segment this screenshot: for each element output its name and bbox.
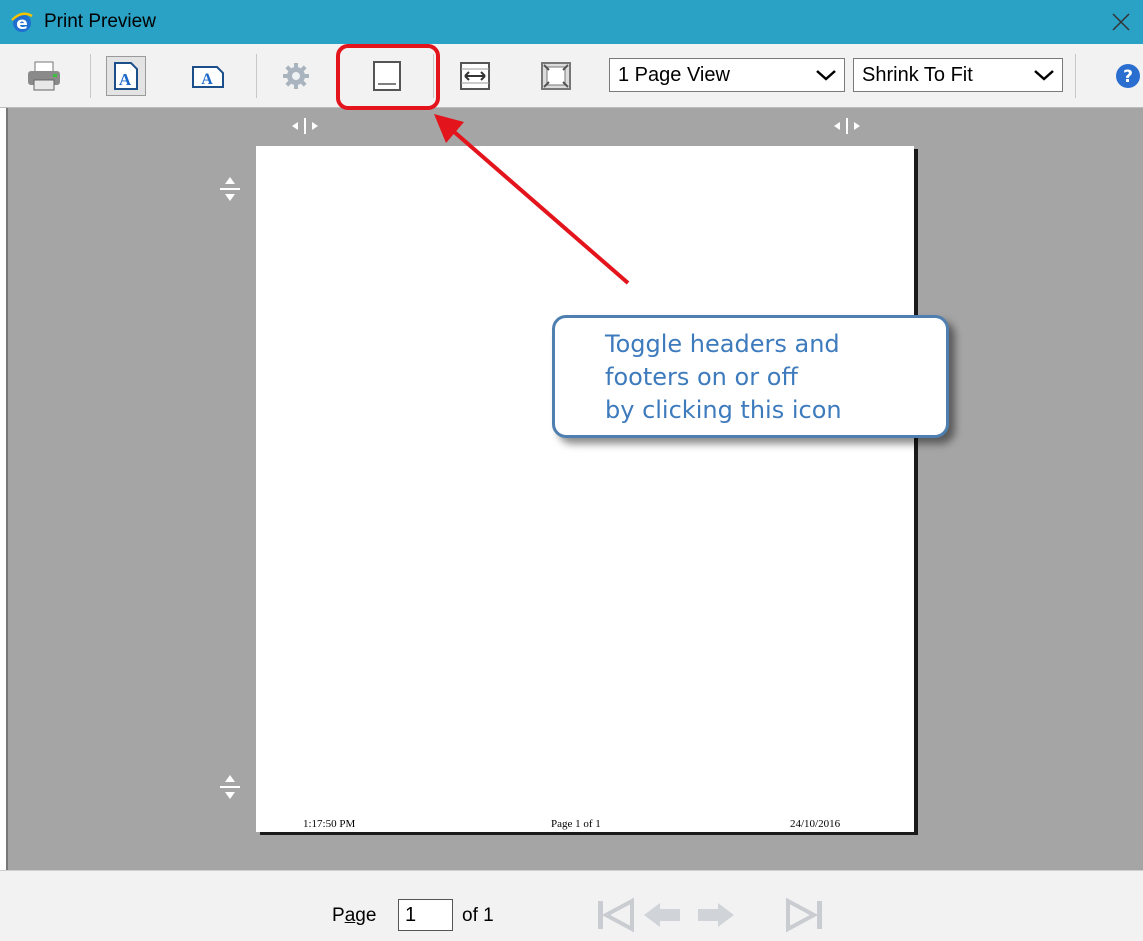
title-bar: e Print Preview bbox=[0, 0, 1143, 44]
page-number-input[interactable]: 1 bbox=[398, 899, 453, 931]
annotation-callout: Toggle headers and footers on or off by … bbox=[552, 315, 949, 438]
svg-text:A: A bbox=[201, 71, 213, 88]
scale-select-value: Shrink To Fit bbox=[862, 63, 973, 86]
top-margin-handle[interactable] bbox=[218, 175, 242, 203]
left-margin-handle[interactable] bbox=[290, 116, 320, 136]
page-setup-button[interactable] bbox=[276, 56, 316, 96]
printer-icon bbox=[28, 61, 60, 91]
chevron-down-icon bbox=[816, 70, 836, 81]
portrait-page-icon: A bbox=[114, 62, 138, 90]
full-width-icon bbox=[460, 62, 490, 90]
toolbar-separator bbox=[433, 54, 434, 98]
internet-explorer-icon: e bbox=[10, 10, 34, 34]
footer-date: 24/10/2016 bbox=[790, 818, 841, 830]
pager-bar: Page 1 of 1 bbox=[0, 870, 1143, 941]
footer-page-number: Page 1 of 1 bbox=[551, 818, 601, 830]
toolbar-separator bbox=[1075, 54, 1076, 98]
close-button[interactable] bbox=[1099, 0, 1143, 44]
header-footer-icon bbox=[373, 61, 401, 91]
chevron-down-icon bbox=[1034, 70, 1054, 81]
page-count-label: of 1 bbox=[462, 905, 494, 926]
full-width-button[interactable] bbox=[455, 56, 495, 96]
first-page-button[interactable] bbox=[592, 895, 636, 935]
help-button[interactable]: ? bbox=[1113, 56, 1143, 96]
help-icon: ? bbox=[1116, 64, 1140, 88]
bottom-margin-handle[interactable] bbox=[218, 773, 242, 801]
last-page-button[interactable] bbox=[784, 895, 828, 935]
page-view-select[interactable]: 1 Page View bbox=[609, 58, 845, 92]
page-label: Page bbox=[332, 905, 377, 926]
full-page-icon bbox=[541, 62, 571, 90]
toolbar: A A 1 Page View Shrink To Fit ? bbox=[0, 44, 1143, 108]
portrait-button[interactable]: A bbox=[106, 56, 146, 96]
svg-text:?: ? bbox=[1123, 67, 1133, 87]
headers-footers-toggle-button[interactable] bbox=[367, 56, 407, 96]
print-button[interactable] bbox=[24, 56, 64, 96]
gear-icon bbox=[283, 63, 309, 89]
footer-time: 1:17:50 PM bbox=[303, 818, 356, 830]
scale-select[interactable]: Shrink To Fit bbox=[853, 58, 1063, 92]
toolbar-separator bbox=[90, 54, 91, 98]
svg-text:e: e bbox=[16, 14, 28, 34]
close-icon bbox=[1112, 13, 1130, 31]
landscape-page-icon: A bbox=[192, 66, 224, 88]
svg-text:A: A bbox=[119, 70, 132, 89]
window-title: Print Preview bbox=[44, 11, 156, 32]
full-page-button[interactable] bbox=[536, 56, 576, 96]
previous-page-button[interactable] bbox=[640, 895, 684, 935]
next-page-button[interactable] bbox=[694, 895, 738, 935]
right-margin-handle[interactable] bbox=[832, 116, 862, 136]
landscape-button[interactable]: A bbox=[188, 56, 228, 96]
page-preview-sheet: 1:17:50 PM Page 1 of 1 24/10/2016 bbox=[256, 146, 914, 832]
callout-text: Toggle headers and footers on or off by … bbox=[605, 330, 842, 424]
page-view-select-value: 1 Page View bbox=[618, 63, 730, 86]
toolbar-separator bbox=[256, 54, 257, 98]
